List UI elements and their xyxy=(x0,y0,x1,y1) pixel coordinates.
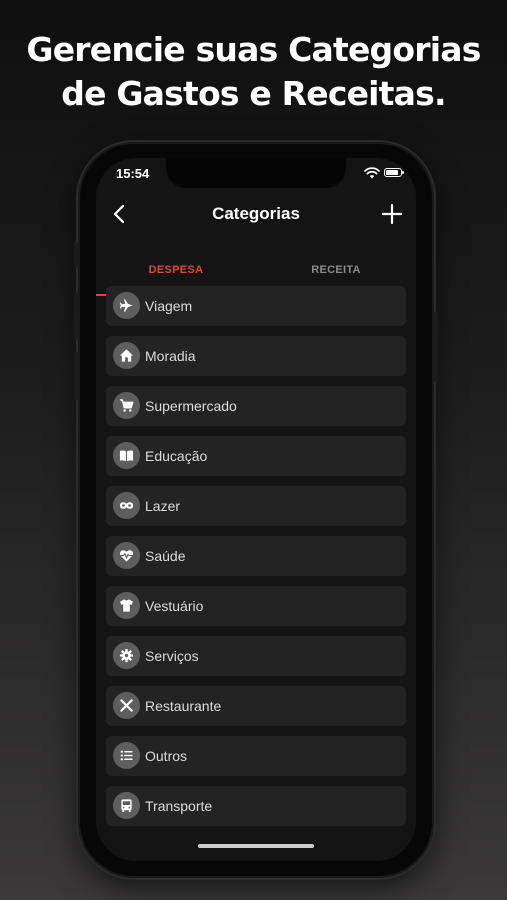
navbar: Categorias xyxy=(96,196,416,232)
list-item-label: Supermercado xyxy=(145,398,237,414)
list-item-label: Moradia xyxy=(145,348,196,364)
list-item-label: Outros xyxy=(145,748,188,764)
list-item[interactable]: Educação xyxy=(106,436,406,476)
list-item[interactable]: Moradia xyxy=(106,336,406,376)
cart-icon xyxy=(113,392,140,419)
list-item-label: Transporte xyxy=(145,798,213,814)
status-time: 15:54 xyxy=(116,166,150,181)
list-item[interactable]: Restaurante xyxy=(106,686,406,726)
list-item[interactable]: Transporte xyxy=(106,786,406,826)
list-icon xyxy=(113,742,140,769)
status-bar: 15:54 xyxy=(96,158,416,188)
list-item-label: Educação xyxy=(145,448,208,464)
volume-down-button xyxy=(74,352,78,400)
plus-icon[interactable] xyxy=(378,200,406,228)
shirt-icon xyxy=(113,592,140,619)
list-item-label: Restaurante xyxy=(145,698,222,714)
battery-icon xyxy=(384,168,404,177)
list-item-label: Saúde xyxy=(145,548,186,564)
list-item-label: Viagem xyxy=(145,298,193,314)
volume-up-button xyxy=(74,292,78,340)
phone-frame: 15:54 Categorias DESPESA RECEITA Viagem … xyxy=(74,142,438,878)
book-icon xyxy=(113,442,140,469)
headline-line-1: Gerencie suas Categorias xyxy=(26,30,481,69)
heart-pulse-icon xyxy=(113,542,140,569)
headline-line-2: de Gastos e Receitas. xyxy=(61,74,446,113)
wifi-icon xyxy=(364,167,380,179)
bus-icon xyxy=(113,792,140,819)
power-button xyxy=(434,312,438,382)
list-item[interactable]: Outros xyxy=(106,736,406,776)
page-title: Categorias xyxy=(212,204,300,223)
list-item[interactable]: Viagem xyxy=(106,286,406,326)
house-icon xyxy=(113,342,140,369)
category-list: Viagem Moradia Supermercado Educação Laz… xyxy=(106,286,406,836)
app-screen: 15:54 Categorias DESPESA RECEITA Viagem … xyxy=(96,158,416,861)
list-item-label: Serviços xyxy=(145,648,199,664)
list-item-label: Vestuário xyxy=(145,598,204,614)
list-item[interactable]: Vestuário xyxy=(106,586,406,626)
list-item-label: Lazer xyxy=(145,498,181,514)
list-item[interactable]: Lazer xyxy=(106,486,406,526)
list-item[interactable]: Saúde xyxy=(106,536,406,576)
list-item[interactable]: Supermercado xyxy=(106,386,406,426)
utensils-icon xyxy=(113,692,140,719)
silent-switch xyxy=(74,242,78,268)
gear-icon xyxy=(113,642,140,669)
airplane-icon xyxy=(113,292,140,319)
home-indicator[interactable] xyxy=(198,844,314,848)
mask-icon xyxy=(113,492,140,519)
headline: Gerencie suas Categorias de Gastos e Rec… xyxy=(0,28,507,116)
list-item[interactable]: Serviços xyxy=(106,636,406,676)
